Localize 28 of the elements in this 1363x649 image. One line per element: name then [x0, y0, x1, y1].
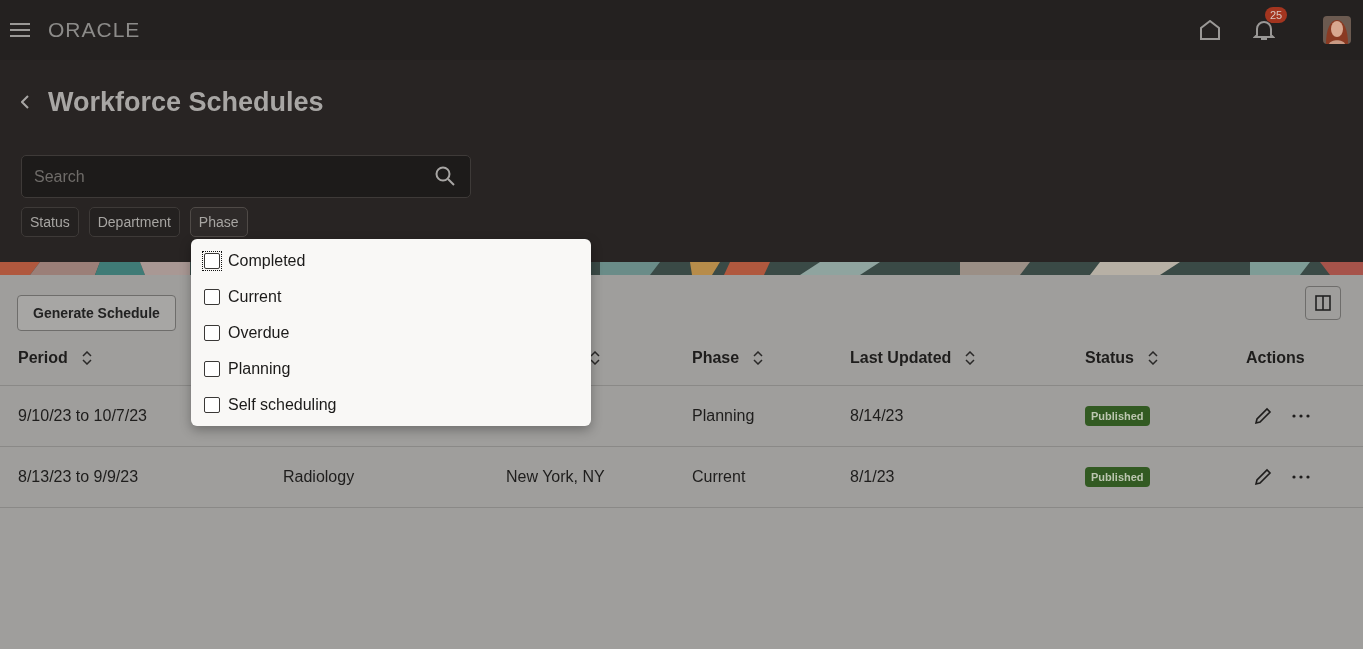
logo: ORACLE	[48, 18, 141, 42]
status-badge: Published	[1085, 467, 1150, 487]
filter-chip[interactable]: Phase	[189, 207, 248, 237]
notification-badge: 25	[1265, 7, 1288, 23]
table-cell: 8/1/23	[850, 468, 895, 485]
page-title: Workforce Schedules	[48, 86, 324, 118]
column-header: Last Updated	[850, 349, 952, 367]
table-cell: 8/13/23 to 9/9/23	[18, 468, 139, 485]
phase-option[interactable]: Overdue	[202, 322, 591, 344]
column-header: Period	[18, 349, 68, 367]
column-header: Phase	[692, 349, 740, 367]
generate-schedule-button[interactable]: Generate Schedule	[17, 295, 176, 331]
phase-option[interactable]: Planning	[202, 358, 591, 380]
phase-option[interactable]: Current	[202, 286, 591, 308]
table-cell: New York, NY	[506, 468, 605, 485]
filter-chip[interactable]: Status	[21, 207, 79, 237]
column-header: Status	[1085, 349, 1134, 367]
search-field[interactable]: Search	[21, 155, 471, 198]
table-cell: Planning	[692, 407, 755, 424]
column-header: Actions	[1246, 349, 1305, 367]
phase-option[interactable]: Completed	[202, 250, 591, 272]
status-badge: Published	[1085, 406, 1150, 426]
table-cell: 9/10/23 to 10/7/23	[18, 407, 147, 424]
phase-option[interactable]: Self scheduling	[202, 394, 591, 416]
filter-chip[interactable]: Department	[88, 207, 180, 237]
table-cell: Radiology	[283, 468, 355, 485]
table-cell: 8/14/23	[850, 407, 904, 424]
table-cell: Current	[692, 468, 746, 485]
